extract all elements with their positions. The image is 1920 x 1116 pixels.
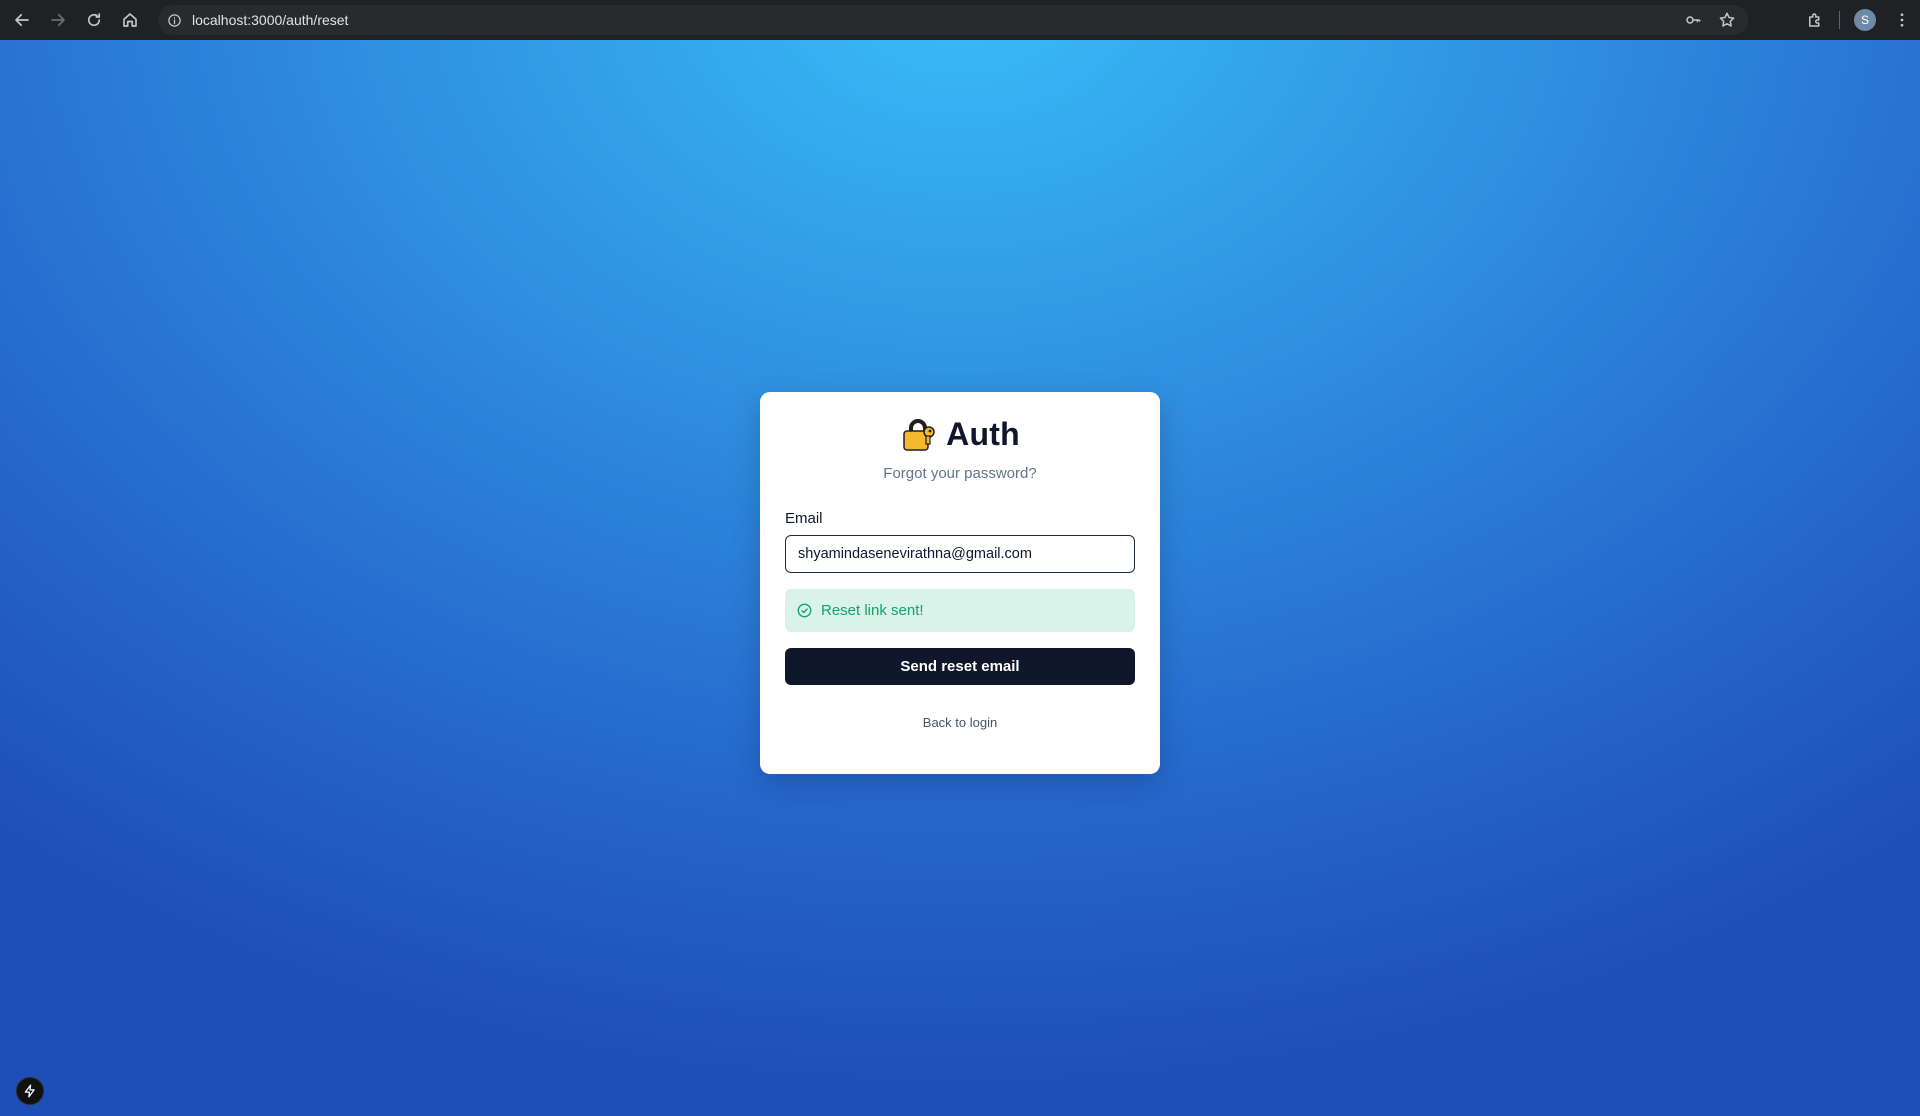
back-arrow-icon[interactable] bbox=[4, 3, 40, 37]
email-field[interactable] bbox=[785, 535, 1135, 573]
success-alert: Reset link sent! bbox=[785, 589, 1135, 632]
reload-icon[interactable] bbox=[76, 3, 112, 37]
page-background: Auth Forgot your password? Email Reset l… bbox=[0, 40, 1920, 1116]
brand-header: Auth bbox=[785, 416, 1135, 453]
subtitle: Forgot your password? bbox=[883, 465, 1037, 482]
back-to-login-link[interactable]: Back to login bbox=[785, 715, 1135, 730]
home-icon[interactable] bbox=[112, 3, 148, 37]
profile-avatar[interactable]: S bbox=[1854, 9, 1876, 31]
forward-arrow-icon[interactable] bbox=[40, 3, 76, 37]
page-title: Auth bbox=[946, 416, 1020, 452]
address-bar[interactable]: localhost:3000/auth/reset bbox=[158, 5, 1748, 35]
check-circle-icon bbox=[797, 603, 812, 618]
site-info-icon[interactable] bbox=[158, 5, 190, 35]
next-devtools-button[interactable] bbox=[16, 1077, 44, 1105]
kebab-menu-icon[interactable] bbox=[1884, 3, 1920, 37]
bookmark-star-icon[interactable] bbox=[1712, 5, 1742, 35]
email-label: Email bbox=[785, 510, 823, 527]
password-key-icon[interactable] bbox=[1678, 5, 1708, 35]
toolbar-divider bbox=[1839, 11, 1840, 29]
lightning-bolt-icon bbox=[24, 1084, 35, 1098]
send-reset-email-button[interactable]: Send reset email bbox=[785, 648, 1135, 685]
browser-toolbar: localhost:3000/auth/reset S bbox=[0, 0, 1920, 40]
reset-password-card: Auth Forgot your password? Email Reset l… bbox=[760, 392, 1160, 774]
alert-message: Reset link sent! bbox=[821, 602, 924, 619]
lock-icon bbox=[903, 418, 935, 451]
url-text: localhost:3000/auth/reset bbox=[192, 12, 349, 28]
extensions-puzzle-icon[interactable] bbox=[1797, 3, 1833, 37]
